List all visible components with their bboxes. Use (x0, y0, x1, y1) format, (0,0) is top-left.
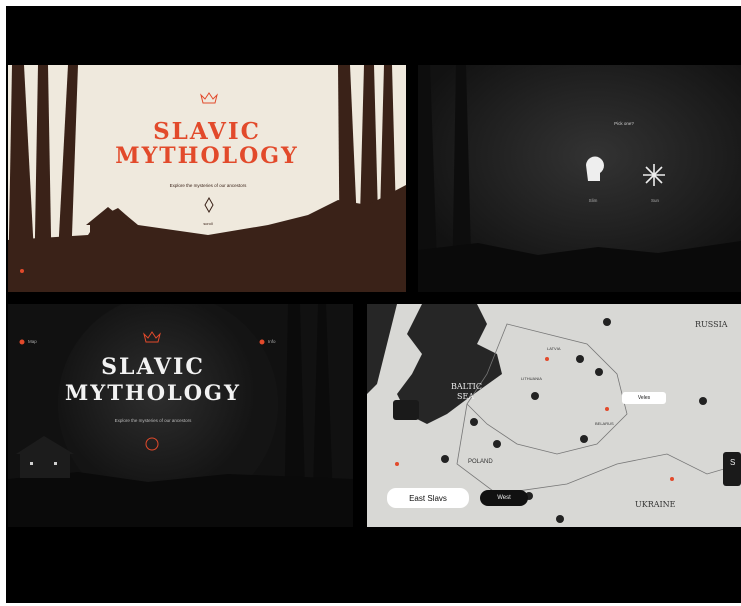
nav-map[interactable]: Map (28, 339, 48, 344)
forest-silhouette (8, 65, 406, 292)
nav-info[interactable]: Info (268, 339, 288, 344)
hero-light-panel: SLAVIC MYTHOLOGY Explore the mysteries o… (8, 65, 406, 292)
title-line-1: SLAVIC (153, 118, 261, 145)
deity-tooltip[interactable]: Veles (622, 392, 666, 404)
title-line-1-dark: SLAVIC (101, 354, 205, 380)
choice-question: Pick one? (614, 121, 634, 126)
label-ukraine: UKRAINE (635, 500, 676, 509)
option-slim[interactable]: Slim (573, 198, 613, 203)
night-scene (8, 304, 353, 527)
label-baltic: BALTIC (451, 382, 482, 391)
east-slavs-button[interactable]: East Slavs (387, 488, 469, 508)
label-poland: POLAND (468, 459, 493, 465)
label-sea: SEA (457, 392, 475, 401)
title-line-2-dark: MYTHOLOGY (65, 380, 241, 405)
label-latvia: LATVIA (547, 346, 561, 351)
scroll-label[interactable]: scroll (188, 221, 228, 226)
sun-icon (643, 164, 665, 186)
label-belarus: BELARUS (595, 421, 614, 426)
hero-dark-panel: Map Info SLAVIC MYTHOLOGY Explore the my… (8, 304, 353, 527)
label-russia: RUSSIA (695, 320, 728, 329)
title-line-2: MYTHOLOGY (115, 143, 299, 169)
dark-forest (418, 65, 741, 292)
label-lithuania: LITHUANIA (521, 376, 542, 381)
west-toggle-button[interactable]: West (480, 490, 528, 506)
option-sun[interactable]: Sun (635, 198, 675, 203)
hero-dark-subtitle: Explore the mysteries of our ancestors (114, 418, 192, 423)
map-panel: BALTIC SEA RUSSIA LATVIA LITHUANIA BELAR… (367, 304, 741, 527)
side-button[interactable]: S (730, 458, 735, 467)
choice-panel: Pick one? Slim Sun (418, 65, 741, 292)
hero-subtitle: Explore the mysteries of our ancestors (169, 183, 247, 188)
